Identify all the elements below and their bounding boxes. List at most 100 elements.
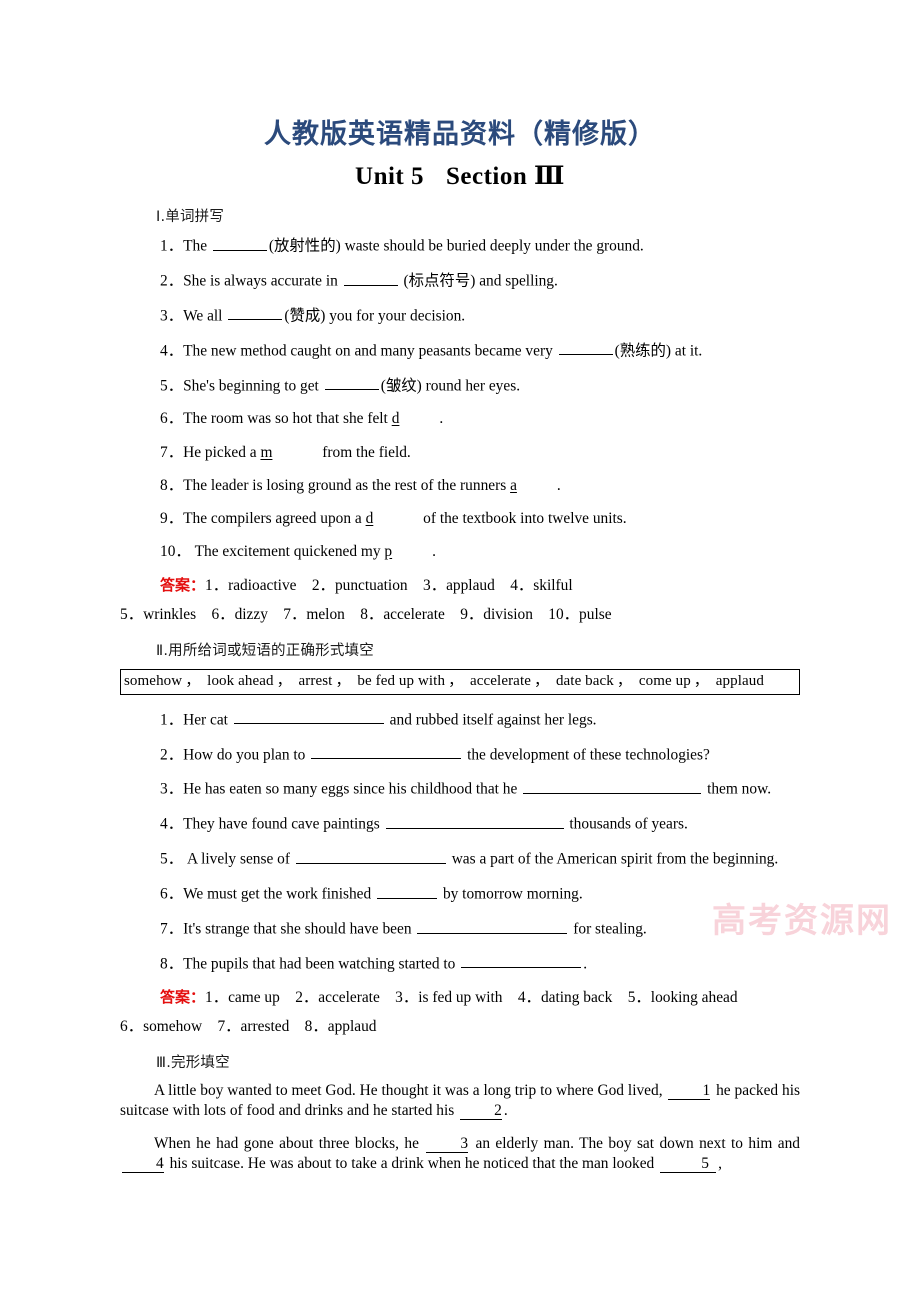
word-bank-separator: ， bbox=[533, 672, 550, 689]
question-text-post: by tomorrow morning. bbox=[442, 885, 583, 903]
question-number: 3． bbox=[160, 781, 184, 799]
answer-blank[interactable]: a bbox=[510, 477, 557, 494]
question-text-pre: They have found cave paintings bbox=[183, 815, 380, 833]
word-bank-item: accelerate bbox=[470, 672, 531, 689]
question-text-post: round her eyes. bbox=[425, 377, 521, 395]
question-item: 8．The pupils that had been watching star… bbox=[120, 953, 800, 974]
answer-blank[interactable] bbox=[295, 848, 446, 864]
answer-blank[interactable] bbox=[343, 270, 398, 286]
question-item: 4．The new method caught on and many peas… bbox=[120, 340, 800, 361]
question-item: 1．The (放射性的) waste should be buried deep… bbox=[120, 235, 800, 256]
question-text-pre: We must get the work finished bbox=[183, 885, 372, 903]
title-unit: Unit 5 bbox=[355, 163, 424, 191]
word-bank-item: date back bbox=[555, 672, 614, 689]
question-item: 9．The compilers agreed upon a d of the t… bbox=[120, 509, 800, 528]
question-hint: (赞成) bbox=[284, 307, 326, 325]
question-number: 7． bbox=[160, 443, 184, 461]
question-number: 5． bbox=[160, 377, 184, 395]
question-item: 3．He has eaten so many eggs since his ch… bbox=[120, 778, 800, 799]
cloze-blank-4[interactable]: 4 bbox=[122, 1155, 164, 1173]
question-hint: (放射性的) bbox=[268, 237, 341, 255]
question-text-pre: The bbox=[183, 237, 208, 255]
question-item: 8．The leader is losing ground as the res… bbox=[120, 476, 800, 495]
question-text-pre: The leader is losing ground as the rest … bbox=[183, 476, 507, 494]
word-bank-separator: ， bbox=[448, 672, 464, 689]
answer-text: 6．somehow 7．arrested 8．applaud bbox=[120, 1017, 377, 1035]
question-number: 7． bbox=[160, 920, 184, 938]
blank-initial-letter: p bbox=[384, 543, 393, 561]
question-number: 10． bbox=[160, 543, 191, 561]
word-bank-separator: ， bbox=[335, 672, 351, 689]
cloze-paragraph: When he had gone about three blocks, he … bbox=[120, 1134, 800, 1174]
publisher-header: 人教版英语精品资料（精修版） bbox=[264, 119, 656, 150]
answer-blank[interactable]: m bbox=[260, 444, 318, 461]
answer-line: 6．somehow 7．arrested 8．applaud bbox=[120, 1017, 800, 1037]
question-item: 2．She is always accurate in (标点符号) and s… bbox=[120, 270, 800, 291]
word-bank-separator: ， bbox=[616, 672, 632, 689]
word-bank-separator: ， bbox=[693, 672, 709, 689]
question-number: 5． bbox=[160, 850, 184, 868]
answer-blank[interactable] bbox=[324, 375, 379, 391]
question-text-pre: She's beginning to get bbox=[183, 377, 319, 395]
question-item: 2．How do you plan to the development of … bbox=[120, 744, 800, 765]
question-item: 5． A lively sense of was a part of the A… bbox=[120, 848, 800, 869]
question-number: 6． bbox=[160, 885, 184, 903]
question-text-post: at it. bbox=[674, 342, 703, 360]
cloze-blank-1[interactable]: 1 bbox=[668, 1082, 711, 1100]
question-item: 10． The excitement quickened my p. bbox=[120, 542, 800, 561]
question-text-pre: He has eaten so many eggs since his chil… bbox=[183, 781, 518, 799]
title-section: Section bbox=[446, 163, 528, 191]
question-text-pre: She is always accurate in bbox=[183, 272, 338, 290]
answer-blank[interactable] bbox=[558, 340, 613, 356]
answer-text: 1．radioactive 2．punctuation 3．applaud 4．… bbox=[205, 576, 573, 594]
word-bank-item: look ahead bbox=[207, 672, 274, 689]
question-text-post: for stealing. bbox=[573, 920, 647, 938]
question-number: 1． bbox=[160, 237, 184, 255]
answer-blank[interactable] bbox=[311, 744, 462, 760]
question-text-pre: The compilers agreed upon a bbox=[183, 510, 362, 528]
answer-blank[interactable] bbox=[461, 953, 582, 969]
question-text-post: . bbox=[439, 410, 444, 428]
question-number: 3． bbox=[160, 307, 184, 325]
answer-blank[interactable] bbox=[233, 709, 384, 725]
cloze-paragraph: A little boy wanted to meet God. He thou… bbox=[120, 1081, 800, 1121]
question-item: 6．We must get the work finished by tomor… bbox=[120, 883, 800, 904]
section-heading-3: Ⅲ.完形填空 bbox=[156, 1054, 230, 1071]
question-text-pre: The room was so hot that she felt bbox=[183, 410, 388, 428]
answer-blank[interactable] bbox=[212, 235, 267, 251]
word-bank-item: come up bbox=[638, 672, 691, 689]
cloze-text: an elderly man. The boy sat down next to… bbox=[475, 1134, 801, 1152]
question-item: 7．He picked a m from the field. bbox=[120, 443, 800, 462]
question-number: 2． bbox=[160, 746, 184, 764]
word-bank: somehow， look ahead， arrest， be fed up w… bbox=[120, 668, 800, 695]
question-number: 8． bbox=[160, 955, 184, 973]
page-title: Unit 5 Section Ⅲ bbox=[0, 161, 920, 191]
cloze-text: . bbox=[503, 1101, 508, 1119]
answer-blank[interactable] bbox=[228, 305, 283, 321]
question-text-pre: The pupils that had been watching starte… bbox=[183, 955, 456, 973]
question-text-pre: We all bbox=[183, 307, 223, 325]
question-item: 1．Her cat and rubbed itself against her … bbox=[120, 709, 800, 730]
question-item: 3．We all (赞成) you for your decision. bbox=[120, 305, 800, 326]
cloze-blank-3[interactable]: 3 bbox=[426, 1135, 469, 1153]
question-text-post: waste should be buried deeply under the … bbox=[344, 237, 644, 255]
answer-blank[interactable] bbox=[523, 778, 702, 795]
cloze-blank-2[interactable]: 2 bbox=[460, 1102, 502, 1120]
answer-blank[interactable] bbox=[385, 813, 564, 829]
question-text-post: and spelling. bbox=[479, 272, 558, 290]
answer-blank[interactable] bbox=[417, 918, 568, 934]
question-number: 4． bbox=[160, 342, 184, 360]
word-bank-item: somehow bbox=[124, 672, 183, 689]
answer-blank[interactable]: p bbox=[384, 543, 432, 560]
question-text-post: . bbox=[556, 476, 561, 494]
question-text-post: . bbox=[432, 543, 436, 561]
answer-blank[interactable]: d bbox=[392, 410, 440, 427]
question-number: 8． bbox=[160, 476, 184, 494]
title-numeral: Ⅲ bbox=[534, 163, 565, 191]
question-text-pre: How do you plan to bbox=[183, 746, 306, 764]
answer-blank[interactable]: d bbox=[366, 510, 420, 527]
cloze-blank-5[interactable]: 5 bbox=[660, 1155, 717, 1173]
answer-blank[interactable] bbox=[377, 883, 438, 899]
answer-text: 1．came up 2．accelerate 3．is fed up with … bbox=[205, 988, 738, 1006]
question-text-pre: The new method caught on and many peasan… bbox=[183, 342, 553, 360]
